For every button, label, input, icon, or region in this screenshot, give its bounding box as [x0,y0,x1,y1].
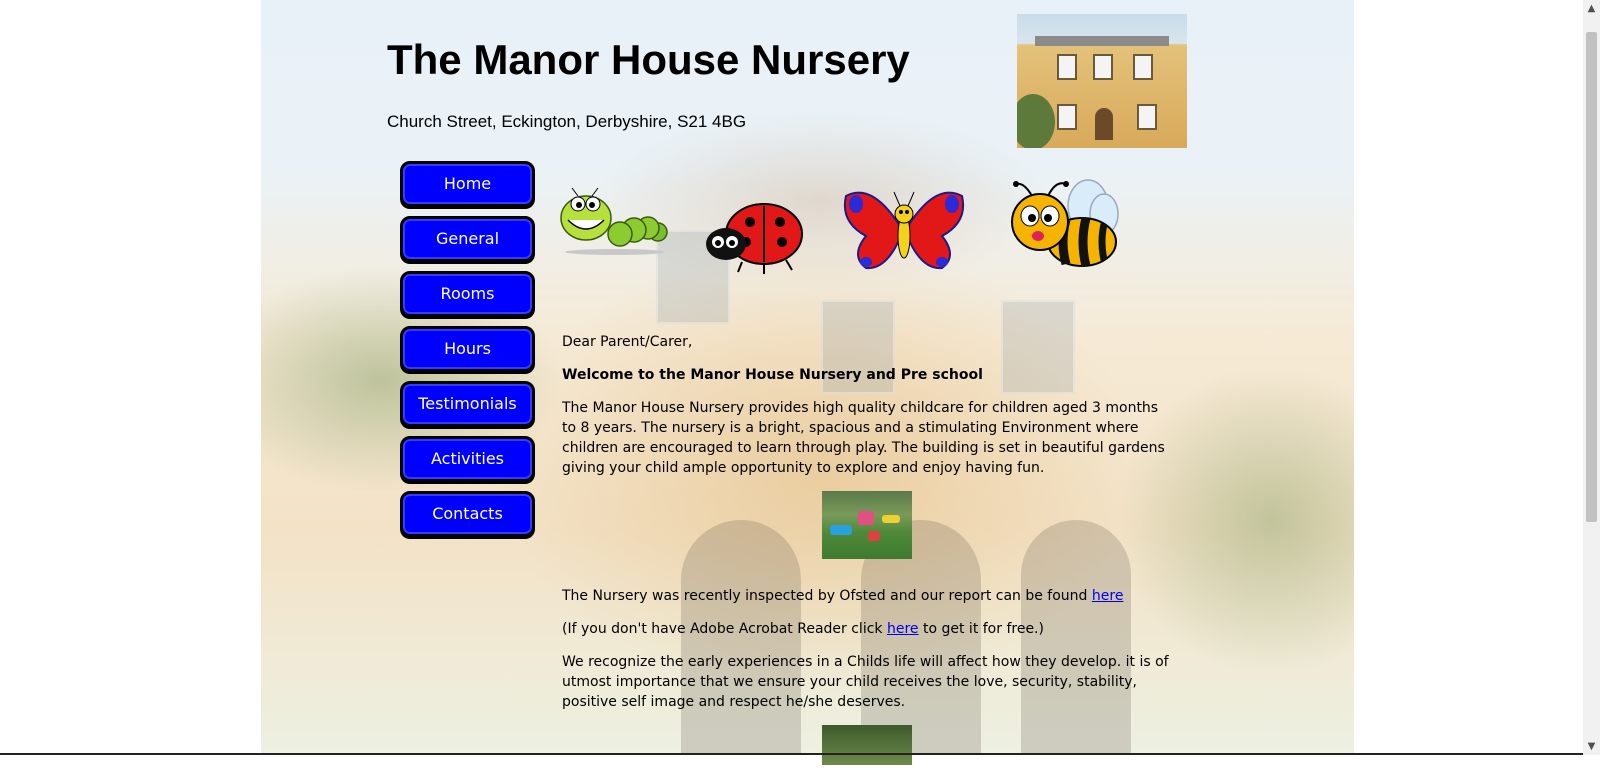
ofsted-text: The Nursery was recently inspected by Of… [562,588,1092,604]
welcome-heading: Welcome to the Manor House Nursery and P… [562,367,983,383]
nav-activities-button[interactable]: Activities [400,436,535,482]
manor-house-image [1017,14,1187,148]
butterfly-icon [844,191,964,270]
nav-hours-button[interactable]: Hours [400,326,535,372]
values-paragraph: We recognize the early experiences in a … [562,654,1169,710]
scroll-up-icon[interactable]: ▲ [1583,0,1600,17]
page-scrollbar[interactable]: ▲ ▼ [1583,0,1600,755]
cartoon-bugs-row [560,178,1130,288]
acrobat-download-link[interactable]: here [887,621,919,637]
main-content: Dear Parent/Carer, Welcome to the Manor … [562,332,1172,771]
nav-rooms-button[interactable]: Rooms [400,271,535,317]
acrobat-text-start: (If you don't have Adobe Acrobat Reader … [562,621,887,637]
garden-play-photo [822,491,912,559]
bee-icon [1011,179,1119,268]
nav-home-button[interactable]: Home [400,161,535,207]
page-title: The Manor House Nursery [387,36,910,83]
acrobat-text-end: to get it for free.) [918,621,1044,637]
ofsted-report-link[interactable]: here [1092,588,1124,604]
ladybird-icon [706,203,803,274]
address-text: Church Street, Eckington, Derbyshire, S2… [387,112,747,131]
nav-contacts-button[interactable]: Contacts [400,491,535,537]
caterpillar-icon [560,187,668,255]
nav-testimonials-button[interactable]: Testimonials [400,381,535,427]
nav-general-button[interactable]: General [400,216,535,262]
greeting-text: Dear Parent/Carer, [562,334,693,350]
garden-photo-2 [822,725,912,765]
scroll-down-icon[interactable]: ▼ [1583,738,1600,755]
intro-paragraph: The Manor House Nursery provides high qu… [562,400,1165,476]
main-nav: Home General Rooms Hours Testimonials Ac… [400,161,535,546]
scrollbar-thumb[interactable] [1586,32,1597,522]
